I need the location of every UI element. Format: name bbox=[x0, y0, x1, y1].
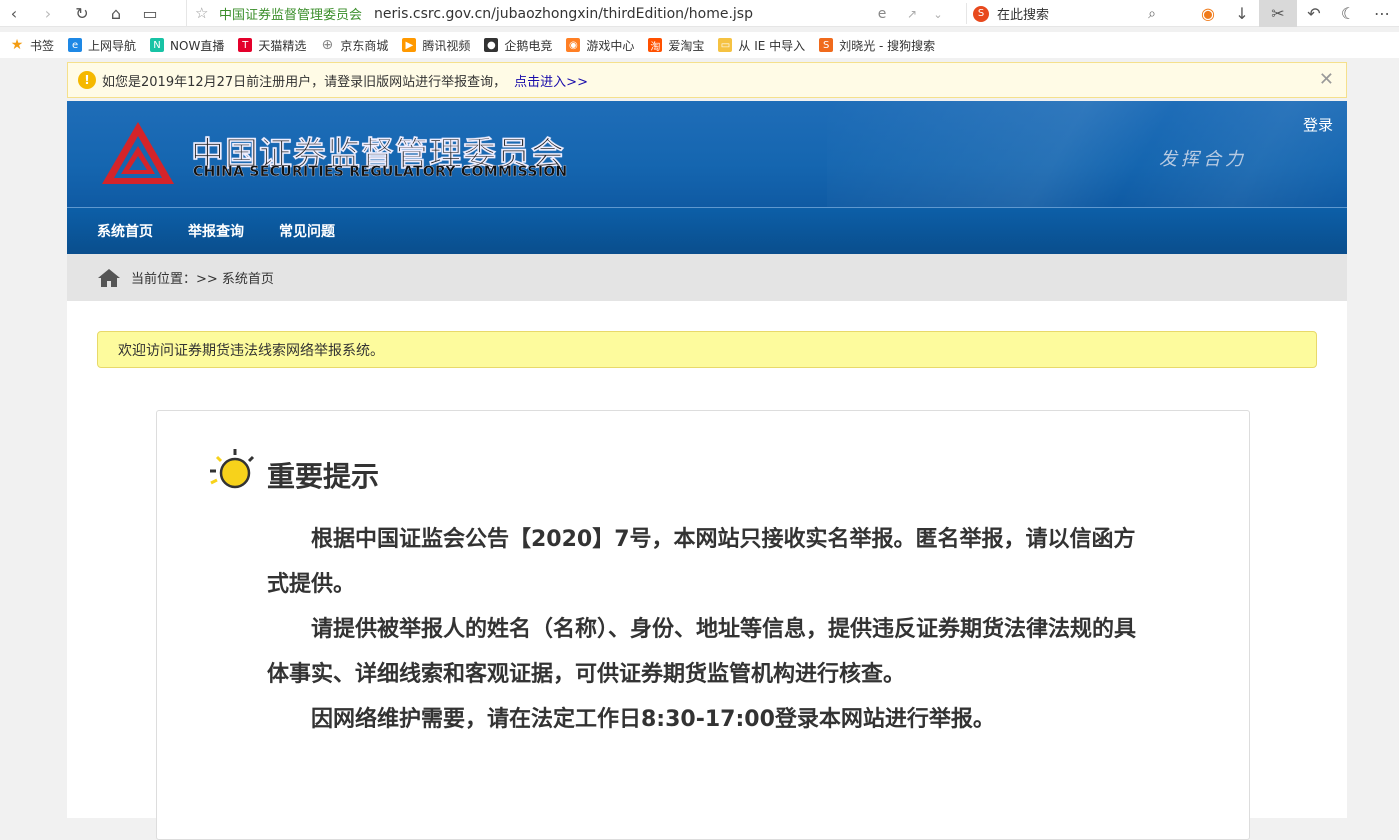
breadcrumb: 当前位置：>> 系统首页 bbox=[67, 254, 1347, 301]
bookmark-item[interactable]: ★ 书签 bbox=[10, 37, 54, 54]
bookmark-item[interactable]: ● 企鹅电竞 bbox=[484, 37, 552, 54]
tips-title: 重要提示 bbox=[267, 460, 380, 493]
bookmark-item[interactable]: ◉ 游戏中心 bbox=[566, 37, 634, 54]
ie-mode-icon[interactable]: e bbox=[870, 2, 894, 26]
breadcrumb-text: 当前位置：>> 系统首页 bbox=[131, 272, 274, 287]
refresh-icon[interactable]: ↻ bbox=[70, 1, 94, 25]
close-icon[interactable]: ✕ bbox=[1319, 69, 1334, 90]
taobao-icon: 淘 bbox=[648, 38, 663, 53]
bookmark-item[interactable]: ▶ 腾讯视频 bbox=[402, 37, 470, 54]
night-mode-icon[interactable]: ☾ bbox=[1331, 2, 1365, 26]
notice-bar: ! 如您是2019年12月27日前注册用户，请登录旧版网站进行举报查询， 点击进… bbox=[67, 62, 1347, 98]
nav-item-faq[interactable]: 常见问题 bbox=[279, 221, 335, 241]
bookmark-label: 腾讯视频 bbox=[422, 38, 471, 53]
ie-icon: e bbox=[68, 38, 83, 52]
game-icon[interactable]: ◉ bbox=[1191, 2, 1225, 26]
bookmark-label: 从 IE 中导入 bbox=[738, 38, 806, 53]
notice-link[interactable]: 点击进入>> bbox=[514, 71, 588, 90]
home-icon[interactable]: ⌂ bbox=[104, 1, 128, 25]
bookmark-item[interactable]: 淘爱淘宝 bbox=[648, 37, 704, 54]
tips-box: 重要提示 根据中国证监会公告【2020】7号，本网站只接收实名举报。匿名举报，请… bbox=[156, 410, 1250, 840]
download-icon[interactable]: ↓ bbox=[1225, 2, 1259, 26]
undo-icon[interactable]: ↶ bbox=[1297, 2, 1331, 26]
welcome-banner: 欢迎访问证券期货违法线索网络举报系统。 bbox=[97, 331, 1317, 368]
bookmark-label: 天猫精选 bbox=[258, 38, 307, 53]
sogou-icon: S bbox=[819, 38, 834, 52]
sogou-search-icon: S bbox=[973, 5, 989, 22]
forward-icon[interactable]: › bbox=[36, 1, 60, 25]
address-bar[interactable]: ☆ 中国证券监督管理委员会 neris.csrc.gov.cn/jubaozho… bbox=[186, 0, 886, 27]
tips-paragraph-3: 因网络维护需要，请在法定工作日8:30-17:00登录本网站进行举报。 bbox=[267, 697, 1147, 742]
login-link[interactable]: 登录 bbox=[1303, 114, 1333, 135]
share-icon[interactable]: ↗ bbox=[900, 2, 924, 26]
warning-icon: ! bbox=[78, 71, 96, 89]
search-input[interactable]: 在此搜索 bbox=[997, 4, 1049, 23]
tips-paragraph-1-text: 根据中国证监会公告【2020】7号，本网站只接收实名举报。匿名举报，请以信函方式… bbox=[267, 527, 1136, 597]
url-text[interactable]: neris.csrc.gov.cn/jubaozhongxin/thirdEdi… bbox=[374, 6, 753, 22]
main-content: 欢迎访问证券期货违法线索网络举报系统。 重要提示 根据中国证监会公告【2020】… bbox=[67, 301, 1347, 840]
csrc-logo-icon bbox=[102, 122, 174, 184]
bookmarks-bar: ★ 书签 e 上网导航 N NOW直播 T 天猫精选 ⊕ 京东商城 ▶ 腾讯视频 ● 企鹅电竞 ◉ 游戏中心淘… bbox=[0, 32, 1399, 58]
bookmark-label: 刘晓光 - 搜狗搜索 bbox=[839, 38, 936, 53]
right-toolbar: ◉ ↓ ✂ ↶ ☾ ⋯ bbox=[1191, 0, 1399, 27]
bookmark-item[interactable]: T 天猫精选 bbox=[238, 37, 306, 54]
star-icon[interactable]: ☆ bbox=[195, 4, 208, 22]
bookmark-label: 京东商城 bbox=[340, 38, 389, 53]
play-icon: ▶ bbox=[402, 38, 417, 52]
back-icon[interactable]: ‹ bbox=[2, 1, 26, 25]
nav-item-home[interactable]: 系统首页 bbox=[97, 221, 153, 241]
reader-icon[interactable]: ▭ bbox=[138, 1, 162, 25]
bookmark-item[interactable]: e 上网导航 bbox=[68, 37, 136, 54]
star-icon: ★ bbox=[10, 37, 24, 53]
search-icon[interactable]: ⌕ bbox=[1148, 6, 1156, 22]
chevron-down-icon[interactable]: ⌄ bbox=[926, 2, 950, 26]
bookmark-item[interactable]: ⊕ 京东商城 bbox=[320, 37, 388, 54]
nav-item-query[interactable]: 举报查询 bbox=[188, 221, 244, 241]
header-slogan: 发挥合力 bbox=[1159, 149, 1247, 170]
notice-text: 如您是2019年12月27日前注册用户，请登录旧版网站进行举报查询， bbox=[102, 74, 507, 90]
bookmark-item[interactable]: ▭ 从 IE 中导入 bbox=[718, 37, 805, 54]
tmall-icon: T bbox=[238, 38, 253, 52]
more-icon[interactable]: ⋯ bbox=[1365, 2, 1399, 26]
tips-paragraph-1: 根据中国证监会公告【2020】7号，本网站只接收实名举报。匿名举报，请以信函方式… bbox=[267, 517, 1147, 607]
gamepad-icon: ◉ bbox=[566, 38, 581, 52]
browser-toolbar: ‹ › ↻ ⌂ ▭ ☆ 中国证券监督管理委员会 neris.csrc.gov.c… bbox=[0, 0, 1399, 27]
bookmark-label: NOW直播 bbox=[170, 38, 225, 53]
bookmark-label: 游戏中心 bbox=[586, 38, 635, 53]
site-header: 中国证券监督管理委员会 CHINA SECURITIES REGULATORY … bbox=[67, 101, 1347, 207]
tips-paragraph-2: 请提供被举报人的姓名（名称）、身份、地址等信息，提供违反证券期货法律法规的具体事… bbox=[267, 607, 1147, 697]
tips-paragraph-3-text: 因网络维护需要，请在法定工作日8:30-17:00登录本网站进行举报。 bbox=[311, 707, 995, 732]
screenshot-icon[interactable]: ✂ bbox=[1259, 0, 1297, 27]
bookmark-label: 企鹅电竞 bbox=[504, 38, 553, 53]
bookmark-label: 爱淘宝 bbox=[668, 38, 705, 53]
main-nav: 系统首页 举报查询 常见问题 bbox=[67, 207, 1347, 254]
lightbulb-icon bbox=[210, 449, 255, 489]
folder-icon: ▭ bbox=[718, 38, 733, 52]
bookmark-label: 书签 bbox=[30, 38, 55, 53]
header-decoration bbox=[827, 101, 1347, 207]
site-name: 中国证券监督管理委员会 bbox=[219, 8, 363, 23]
bookmark-item[interactable]: N NOW直播 bbox=[150, 37, 224, 54]
search-box[interactable]: S 在此搜索 ⌕ bbox=[966, 3, 1166, 24]
header-title-en: CHINA SECURITIES REGULATORY COMMISSION bbox=[193, 164, 568, 180]
globe-icon: ⊕ bbox=[321, 37, 334, 53]
now-icon: N bbox=[150, 38, 165, 52]
tips-paragraph-2-text: 请提供被举报人的姓名（名称）、身份、地址等信息，提供违反证券期货法律法规的具体事… bbox=[267, 617, 1137, 687]
bookmark-label: 上网导航 bbox=[88, 38, 137, 53]
penguin-icon: ● bbox=[484, 38, 499, 52]
home-icon[interactable] bbox=[97, 268, 121, 288]
bookmark-item[interactable]: S 刘晓光 - 搜狗搜索 bbox=[819, 37, 935, 54]
